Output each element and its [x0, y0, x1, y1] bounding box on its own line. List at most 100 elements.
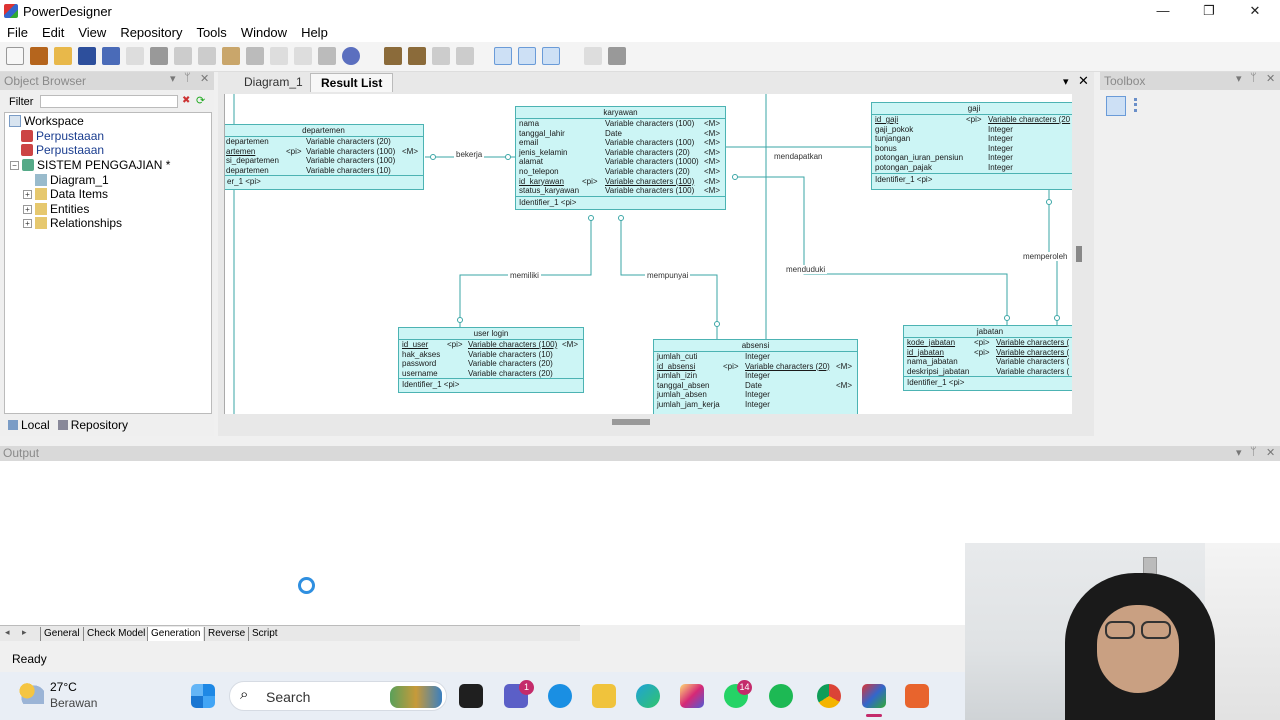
- instagram-icon[interactable]: [680, 684, 704, 708]
- menu-edit[interactable]: Edit: [35, 25, 71, 40]
- relation-menduduki[interactable]: menduduki: [784, 265, 828, 274]
- tab-local[interactable]: Local: [21, 418, 50, 432]
- task-view-icon[interactable]: [459, 684, 483, 708]
- grid-view-icon[interactable]: [1106, 96, 1126, 116]
- relation-mempunyai[interactable]: mempunyai: [645, 271, 691, 280]
- panel-close-icon[interactable]: ✕: [1266, 446, 1275, 459]
- tab-diagram-1[interactable]: Diagram_1: [234, 73, 313, 92]
- paste-icon[interactable]: [222, 47, 240, 65]
- print-preview-icon[interactable]: [126, 47, 144, 65]
- maximize-button[interactable]: ❐: [1186, 0, 1232, 22]
- tab-repository[interactable]: Repository: [71, 418, 128, 432]
- scroll-right-icon[interactable]: ▸: [22, 627, 27, 638]
- horizontal-scrollbar-thumb[interactable]: [612, 419, 650, 425]
- find-icon[interactable]: [384, 47, 402, 65]
- print-icon[interactable]: [150, 47, 168, 65]
- menu-file[interactable]: File: [0, 25, 35, 40]
- panel-menu-icon[interactable]: ▾: [1236, 446, 1242, 459]
- tab-result-list[interactable]: Result List: [310, 73, 394, 92]
- collapse-icon[interactable]: −: [10, 160, 19, 170]
- copy-icon[interactable]: [198, 47, 216, 65]
- entity-karyawan[interactable]: karyawan nama Variable characters (100) <M…: [515, 106, 726, 210]
- print-diagram-icon[interactable]: [608, 47, 626, 65]
- tree-workspace[interactable]: Workspace: [9, 114, 84, 128]
- tree-entities[interactable]: + Entities: [23, 202, 89, 216]
- check-model-icon[interactable]: [342, 47, 360, 65]
- new-icon[interactable]: [6, 47, 24, 65]
- menu-help[interactable]: Help: [294, 25, 335, 40]
- weather-icon[interactable]: [18, 682, 44, 704]
- tab-check-model[interactable]: Check Model: [83, 627, 148, 641]
- object-browser-toggle-icon[interactable]: [494, 47, 512, 65]
- close-button[interactable]: ✕: [1232, 0, 1278, 22]
- minimize-button[interactable]: —: [1140, 0, 1186, 22]
- tab-reverse[interactable]: Reverse: [204, 627, 248, 641]
- panel-close-icon[interactable]: ✕: [200, 72, 209, 85]
- teamviewer-icon[interactable]: [548, 684, 572, 708]
- tree-perpustaaan-2[interactable]: Perpustaaan: [21, 143, 104, 157]
- filter-input[interactable]: [40, 95, 178, 108]
- properties-icon[interactable]: [318, 47, 336, 65]
- tab-script[interactable]: Script: [248, 627, 281, 641]
- start-icon[interactable]: [191, 684, 215, 708]
- report-icon[interactable]: [584, 47, 602, 65]
- entity-departemen[interactable]: departemen departemen Variable characters…: [225, 124, 424, 190]
- tree-data-items[interactable]: + Data Items: [23, 187, 108, 201]
- tab-generation[interactable]: Generation: [147, 627, 204, 641]
- entity-jabatan[interactable]: jabatan kode_jabatan <pi> Variable charact…: [903, 325, 1072, 391]
- tab-list-icon[interactable]: ▾: [1063, 75, 1069, 88]
- panel-menu-icon[interactable]: ▾: [170, 72, 176, 85]
- panel-menu-icon[interactable]: ▾: [1236, 72, 1242, 85]
- entity-gaji[interactable]: gaji id_gaji <pi> Variable characters (20 …: [871, 102, 1072, 190]
- browse-icon[interactable]: [408, 47, 426, 65]
- menu-tools[interactable]: Tools: [189, 25, 233, 40]
- tab-close-icon[interactable]: ✕: [1078, 73, 1089, 89]
- save-all-icon[interactable]: [102, 47, 120, 65]
- panel-close-icon[interactable]: ✕: [1266, 72, 1275, 85]
- pin-icon[interactable]: ᛘ: [184, 72, 191, 84]
- vertical-scrollbar-thumb[interactable]: [1076, 246, 1082, 262]
- diagram-canvas[interactable]: departemen departemen Variable characters…: [224, 94, 1072, 414]
- delete-icon[interactable]: [246, 47, 264, 65]
- chrome-icon[interactable]: [817, 684, 841, 708]
- open-icon[interactable]: [54, 47, 72, 65]
- menu-view[interactable]: View: [71, 25, 113, 40]
- save-icon[interactable]: [78, 47, 96, 65]
- file-explorer-icon[interactable]: [592, 684, 616, 708]
- tree-diagram-1[interactable]: Diagram_1: [35, 173, 109, 187]
- pin-icon[interactable]: ᛘ: [1250, 72, 1257, 84]
- pin-icon[interactable]: ᛘ: [1250, 446, 1257, 458]
- refresh-icon[interactable]: ⟳: [196, 94, 205, 107]
- tree-sistem-penggajian[interactable]: − SISTEM PENGGAJIAN *: [10, 158, 170, 172]
- new-model-icon[interactable]: [30, 47, 48, 65]
- tab-general[interactable]: General: [40, 627, 83, 641]
- result-list-toggle-icon[interactable]: [542, 47, 560, 65]
- entity-user-login[interactable]: user login id_user <pi> Variable character…: [398, 327, 584, 393]
- forward-icon[interactable]: [456, 47, 474, 65]
- entity-absensi[interactable]: absensi jumlah_cuti Integer id_absensi <pi…: [653, 339, 858, 414]
- back-icon[interactable]: [432, 47, 450, 65]
- xampp-icon[interactable]: [905, 684, 929, 708]
- expand-icon[interactable]: +: [23, 204, 32, 214]
- powerdesigner-taskbar-icon[interactable]: [862, 684, 886, 708]
- output-toggle-icon[interactable]: [518, 47, 536, 65]
- clear-filter-icon[interactable]: ✖: [182, 95, 190, 106]
- list-view-icon[interactable]: [1134, 98, 1148, 112]
- cut-icon[interactable]: [174, 47, 192, 65]
- scroll-left-icon[interactable]: ◂: [5, 627, 10, 638]
- spotify-icon[interactable]: [769, 684, 793, 708]
- relation-memperoleh[interactable]: memperoleh: [1021, 252, 1070, 261]
- menu-repository[interactable]: Repository: [113, 25, 189, 40]
- taskbar-search[interactable]: ⌕ Search: [229, 681, 447, 711]
- edge-icon[interactable]: [636, 684, 660, 708]
- menu-window[interactable]: Window: [234, 25, 294, 40]
- relation-bekerja[interactable]: bekerja: [454, 150, 485, 159]
- expand-icon[interactable]: +: [23, 189, 32, 199]
- relation-memiliki[interactable]: memiliki: [508, 271, 541, 280]
- tree-perpustaaan-1[interactable]: Perpustaaan: [21, 129, 104, 143]
- undo-icon[interactable]: [270, 47, 288, 65]
- tree-relationships[interactable]: + Relationships: [23, 216, 122, 230]
- relation-mendapatkan[interactable]: mendapatkan: [772, 152, 825, 161]
- expand-icon[interactable]: +: [23, 218, 32, 228]
- redo-icon[interactable]: [294, 47, 312, 65]
